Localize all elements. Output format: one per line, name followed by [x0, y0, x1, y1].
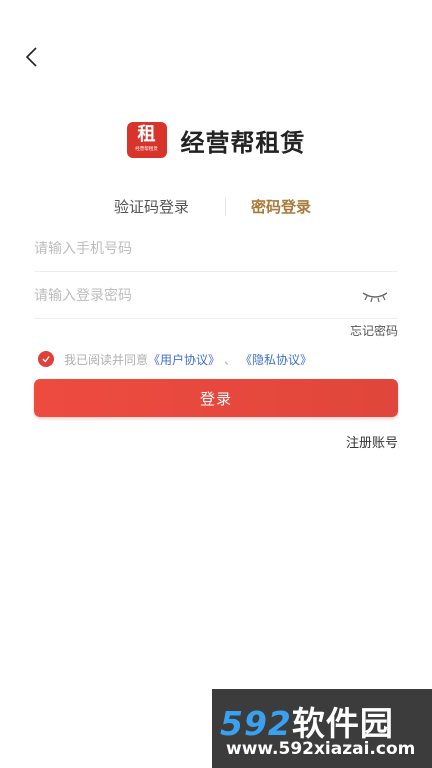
back-button[interactable]	[18, 42, 48, 72]
agreement-prefix: 我已阅读并同意	[64, 352, 149, 367]
app-title: 经营帮租赁	[180, 128, 306, 157]
logo-char: 租	[137, 124, 156, 145]
forgot-password-link[interactable]: 忘记密码	[350, 322, 398, 339]
password-visibility-toggle[interactable]	[360, 287, 390, 305]
checkmark-icon	[42, 356, 50, 363]
eye-closed-icon	[362, 292, 388, 303]
phone-field	[34, 226, 398, 272]
brand-header: 租 经营帮租赁 经营帮租赁	[0, 122, 432, 158]
logo-subtext: 经营帮租赁	[135, 146, 158, 152]
watermark-text: 软件园	[291, 704, 394, 743]
login-tabs: 验证码登录 密码登录	[0, 194, 432, 220]
tab-divider	[225, 198, 226, 216]
agreement-checkbox[interactable]	[38, 351, 54, 367]
tab-password-login[interactable]: 密码登录	[251, 194, 311, 220]
tab-sms-login[interactable]: 验证码登录	[114, 194, 189, 220]
user-agreement-link[interactable]: 《用户协议》	[148, 351, 220, 368]
password-field	[34, 273, 398, 319]
phone-input[interactable]	[34, 226, 334, 272]
login-button[interactable]: 登录	[34, 379, 398, 417]
watermark: 592软件园 www.592xiazai.com	[212, 689, 432, 768]
register-link[interactable]: 注册账号	[346, 432, 398, 451]
chevron-left-icon	[25, 47, 37, 67]
app-logo: 租 经营帮租赁	[126, 122, 167, 158]
watermark-logo: 592软件园	[220, 697, 394, 745]
agreement-row: 我已阅读并同意 《用户协议》 、 《隐私协议》	[38, 349, 312, 369]
privacy-policy-link[interactable]: 《隐私协议》	[240, 351, 312, 368]
agreement-separator: 、	[224, 352, 237, 367]
password-input[interactable]	[34, 273, 334, 319]
watermark-url: www.592xiazai.com	[226, 739, 416, 759]
watermark-number: 592	[220, 704, 292, 743]
